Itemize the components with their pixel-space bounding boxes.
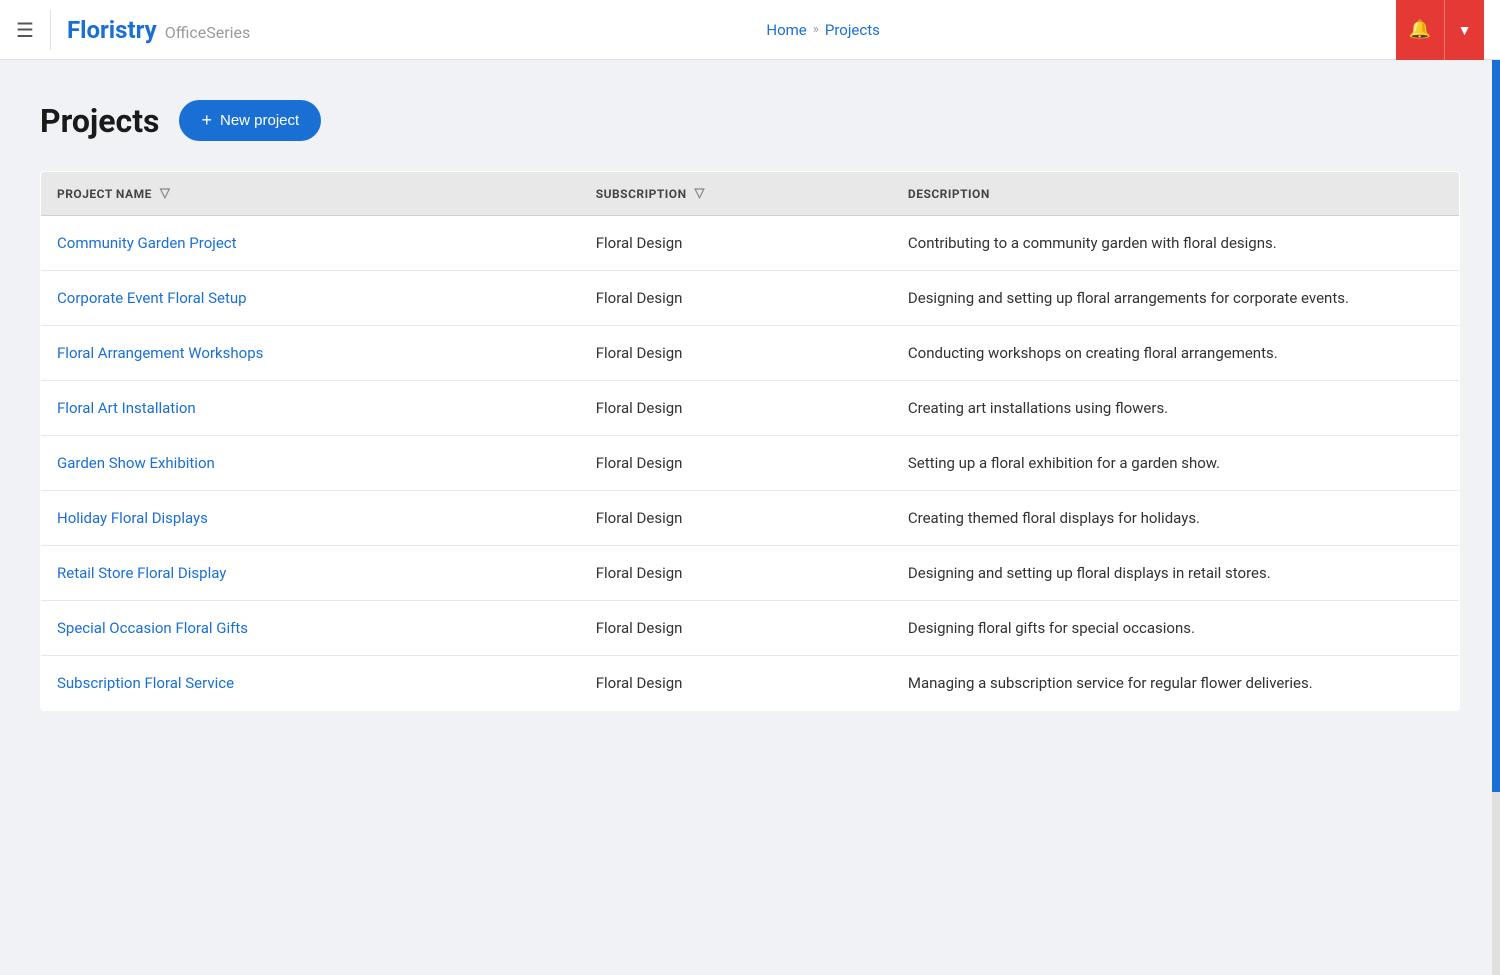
project-name-cell: Special Occasion Floral Gifts [41,601,580,656]
scroll-indicator [1492,60,1500,975]
project-name-cell: Retail Store Floral Display [41,546,580,601]
subscription-cell: Floral Design [580,656,892,711]
table-row: Retail Store Floral Display Floral Design… [41,546,1460,601]
header-divider [50,10,51,50]
new-project-button[interactable]: + New project [179,100,321,141]
breadcrumb-current: Projects [825,21,880,39]
projects-table: PROJECT NAME ▽ SUBSCRIPTION ▽ DESCRIPTIO… [40,171,1460,711]
table-header: PROJECT NAME ▽ SUBSCRIPTION ▽ DESCRIPTIO… [41,172,1460,216]
project-name-link[interactable]: Floral Arrangement Workshops [57,344,263,362]
hamburger-menu-icon[interactable]: ☰ [16,20,34,40]
page-title: Projects [40,102,159,140]
plus-icon: + [201,110,212,131]
column-header-project-name: PROJECT NAME ▽ [41,172,580,216]
description-cell: Designing and setting up floral displays… [892,546,1460,601]
filter-icon-project[interactable]: ▽ [160,186,171,201]
table-row: Holiday Floral Displays Floral DesignCrea… [41,491,1460,546]
project-name-link[interactable]: Subscription Floral Service [57,674,234,692]
project-name-cell: Holiday Floral Displays [41,491,580,546]
subscription-cell: Floral Design [580,491,892,546]
project-name-link[interactable]: Corporate Event Floral Setup [57,289,247,307]
description-cell: Creating art installations using flowers… [892,381,1460,436]
table-row: Garden Show Exhibition Floral DesignSetti… [41,436,1460,491]
breadcrumb-separator: » [813,22,819,37]
breadcrumb: Home » Projects [250,21,1396,39]
scroll-thumb [1492,60,1500,792]
brand-name: Floristry [67,16,157,44]
table-body: Community Garden ProjectFloral DesignCon… [41,216,1460,711]
user-dropdown-button[interactable]: ▼ [1444,0,1484,60]
series-name: OfficeSeries [165,23,251,42]
project-name-link[interactable]: Holiday Floral Displays [57,509,208,527]
subscription-cell: Floral Design [580,381,892,436]
project-name-cell: Subscription Floral Service [41,656,580,711]
subscription-cell: Floral Design [580,271,892,326]
chevron-down-icon: ▼ [1458,22,1472,38]
description-cell: Designing and setting up floral arrangem… [892,271,1460,326]
project-name-link[interactable]: Special Occasion Floral Gifts [57,619,248,637]
subscription-cell: Floral Design [580,326,892,381]
project-name-link[interactable]: Retail Store Floral Display [57,564,226,582]
breadcrumb-home[interactable]: Home [766,21,806,39]
project-name-cell: Floral Art Installation [41,381,580,436]
project-name-cell: Community Garden Project [41,216,580,271]
table-row: Corporate Event Floral Setup Floral Desig… [41,271,1460,326]
project-name-cell: Floral Arrangement Workshops [41,326,580,381]
column-header-description: DESCRIPTION [892,172,1460,216]
header-actions: 🔔 ▼ [1396,0,1484,60]
column-header-subscription: SUBSCRIPTION ▽ [580,172,892,216]
main-content: Projects + New project PROJECT NAME ▽ SU… [0,60,1500,975]
table-row: Floral Arrangement Workshops Floral Desig… [41,326,1460,381]
subscription-cell: Floral Design [580,216,892,271]
description-cell: Designing floral gifts for special occas… [892,601,1460,656]
table-row: Subscription Floral Service Floral Design… [41,656,1460,711]
project-name-link[interactable]: Floral Art Installation [57,399,196,417]
table-row: Floral Art Installation Floral DesignCrea… [41,381,1460,436]
project-name-cell: Garden Show Exhibition [41,436,580,491]
subscription-cell: Floral Design [580,601,892,656]
description-cell: Creating themed floral displays for holi… [892,491,1460,546]
subscription-cell: Floral Design [580,436,892,491]
notification-bell-button[interactable]: 🔔 [1396,0,1444,60]
app-logo: Floristry OfficeSeries [67,16,250,44]
description-cell: Managing a subscription service for regu… [892,656,1460,711]
bell-icon: 🔔 [1409,19,1431,40]
filter-icon-subscription[interactable]: ▽ [695,186,706,201]
subscription-cell: Floral Design [580,546,892,601]
app-header: ☰ Floristry OfficeSeries Home » Projects… [0,0,1500,60]
project-name-link[interactable]: Community Garden Project [57,234,237,252]
project-name-link[interactable]: Garden Show Exhibition [57,454,215,472]
new-project-label: New project [220,112,299,129]
description-cell: Conducting workshops on creating floral … [892,326,1460,381]
table-header-row: PROJECT NAME ▽ SUBSCRIPTION ▽ DESCRIPTIO… [41,172,1460,216]
table-row: Community Garden Project Floral DesignCon… [41,216,1460,271]
table-row: Special Occasion Floral Gifts Floral Desi… [41,601,1460,656]
description-cell: Contributing to a community garden with … [892,216,1460,271]
description-cell: Setting up a floral exhibition for a gar… [892,436,1460,491]
page-title-row: Projects + New project [40,100,1460,141]
project-name-cell: Corporate Event Floral Setup [41,271,580,326]
